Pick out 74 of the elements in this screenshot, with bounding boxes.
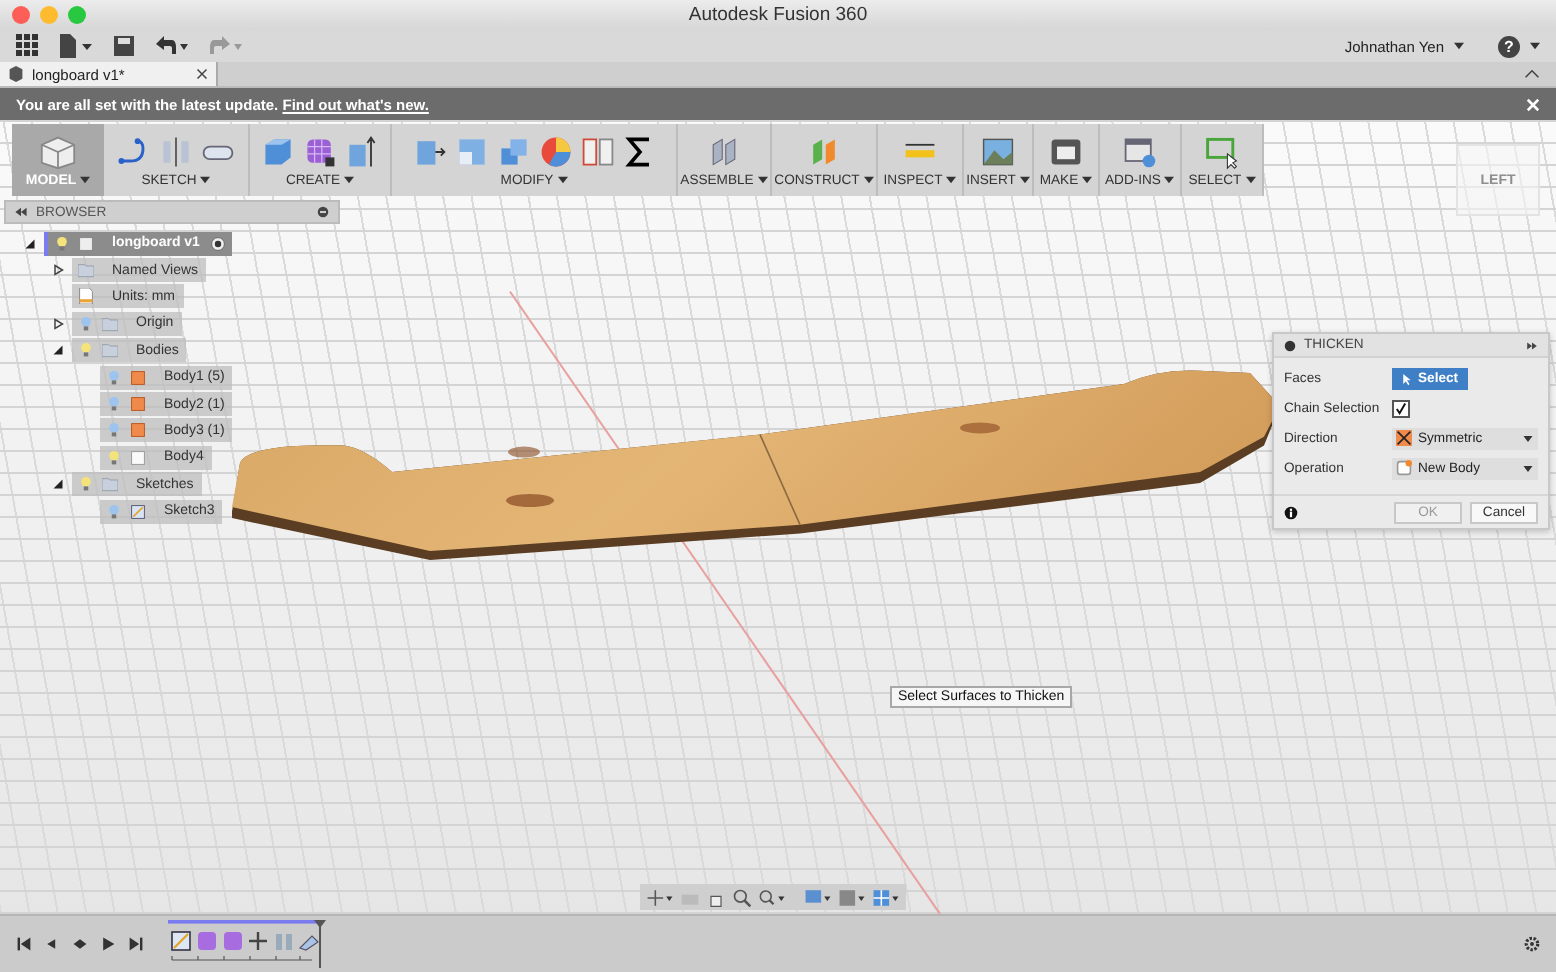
caret-icon[interactable] — [1530, 42, 1540, 50]
caret-icon[interactable] — [1454, 42, 1464, 50]
light-bulb-icon[interactable] — [106, 503, 122, 520]
go-to-end-icon[interactable] — [128, 936, 144, 952]
orbit-icon[interactable] — [646, 887, 674, 907]
collapse-arrows-icon[interactable] — [14, 206, 28, 218]
component-icon — [8, 66, 24, 82]
pin-icon[interactable] — [316, 206, 330, 218]
dialog-icon — [1284, 339, 1296, 351]
settings-icon[interactable] — [1524, 936, 1540, 952]
caret-icon — [1522, 463, 1534, 473]
app-grid-icon[interactable] — [16, 34, 40, 58]
close-icon[interactable] — [196, 68, 208, 80]
light-bulb-icon[interactable] — [78, 476, 94, 493]
caret-icon[interactable] — [557, 175, 568, 183]
light-bulb-icon[interactable] — [78, 342, 94, 359]
new-body-icon — [1396, 460, 1412, 476]
sketch-icon — [130, 503, 146, 520]
timeline-features-drawing[interactable] — [168, 920, 328, 968]
checkbox[interactable] — [1392, 399, 1410, 417]
component-icon — [78, 235, 94, 252]
zoom-window-icon[interactable] — [758, 887, 786, 907]
symmetric-icon — [1396, 430, 1412, 446]
expand-arrows-icon[interactable] — [1526, 339, 1538, 351]
printer-icon[interactable] — [1048, 133, 1084, 169]
save-icon[interactable] — [112, 34, 136, 58]
light-bulb-icon[interactable] — [106, 449, 122, 466]
light-bulb-icon[interactable] — [78, 315, 94, 332]
cursor-icon — [1402, 371, 1412, 385]
light-bulb-icon[interactable] — [54, 235, 70, 252]
document-icon — [78, 288, 94, 305]
info-icon[interactable] — [1284, 505, 1298, 519]
sphere-grid-icon[interactable] — [302, 133, 338, 169]
caret-icon[interactable] — [200, 175, 211, 183]
caret-icon[interactable] — [344, 175, 355, 183]
play-icon[interactable] — [100, 936, 116, 952]
expanded-triangle-icon[interactable] — [52, 344, 64, 357]
mirror-icon[interactable] — [158, 133, 194, 169]
caret-icon[interactable] — [1245, 175, 1256, 183]
cube-icon — [36, 133, 80, 169]
light-bulb-icon[interactable] — [106, 422, 122, 439]
expanded-triangle-icon[interactable] — [24, 237, 36, 250]
light-bulb-icon[interactable] — [106, 369, 122, 386]
folder-icon — [102, 476, 118, 493]
panels-icon[interactable] — [579, 133, 615, 169]
caret-icon[interactable] — [1019, 175, 1030, 183]
collapse-chevron-icon[interactable] — [1524, 68, 1540, 80]
folder-icon — [78, 262, 94, 279]
caret-icon[interactable] — [863, 175, 874, 183]
go-to-start-icon[interactable] — [16, 936, 32, 952]
file-menu-icon[interactable] — [58, 34, 94, 58]
expanded-triangle-icon[interactable] — [52, 478, 64, 491]
step-back-icon[interactable] — [44, 936, 60, 952]
caret-icon[interactable] — [1164, 175, 1175, 183]
viewports-icon[interactable] — [872, 887, 900, 907]
radio-icon[interactable] — [209, 235, 226, 252]
grid-settings-icon[interactable] — [838, 887, 866, 907]
light-bulb-icon[interactable] — [106, 396, 122, 413]
window-title: Autodesk Fusion 360 — [688, 4, 868, 26]
caret-icon — [1522, 433, 1534, 443]
extrude-icon[interactable] — [344, 133, 380, 169]
undo-icon[interactable] — [154, 34, 190, 58]
collapsed-triangle-icon[interactable] — [52, 264, 64, 277]
caret-icon[interactable] — [946, 175, 957, 183]
caret-icon[interactable] — [1082, 175, 1093, 183]
add-in-icon[interactable] — [1122, 133, 1158, 169]
display-settings-icon[interactable] — [804, 887, 832, 907]
collapsed-triangle-icon[interactable] — [52, 317, 64, 330]
caret-icon[interactable] — [757, 175, 768, 183]
zoom-icon[interactable] — [732, 887, 752, 907]
image-icon[interactable] — [980, 133, 1016, 169]
caret-icon[interactable] — [80, 176, 91, 184]
select-icon[interactable] — [1204, 133, 1240, 169]
help-icon[interactable]: ? — [1498, 35, 1520, 57]
